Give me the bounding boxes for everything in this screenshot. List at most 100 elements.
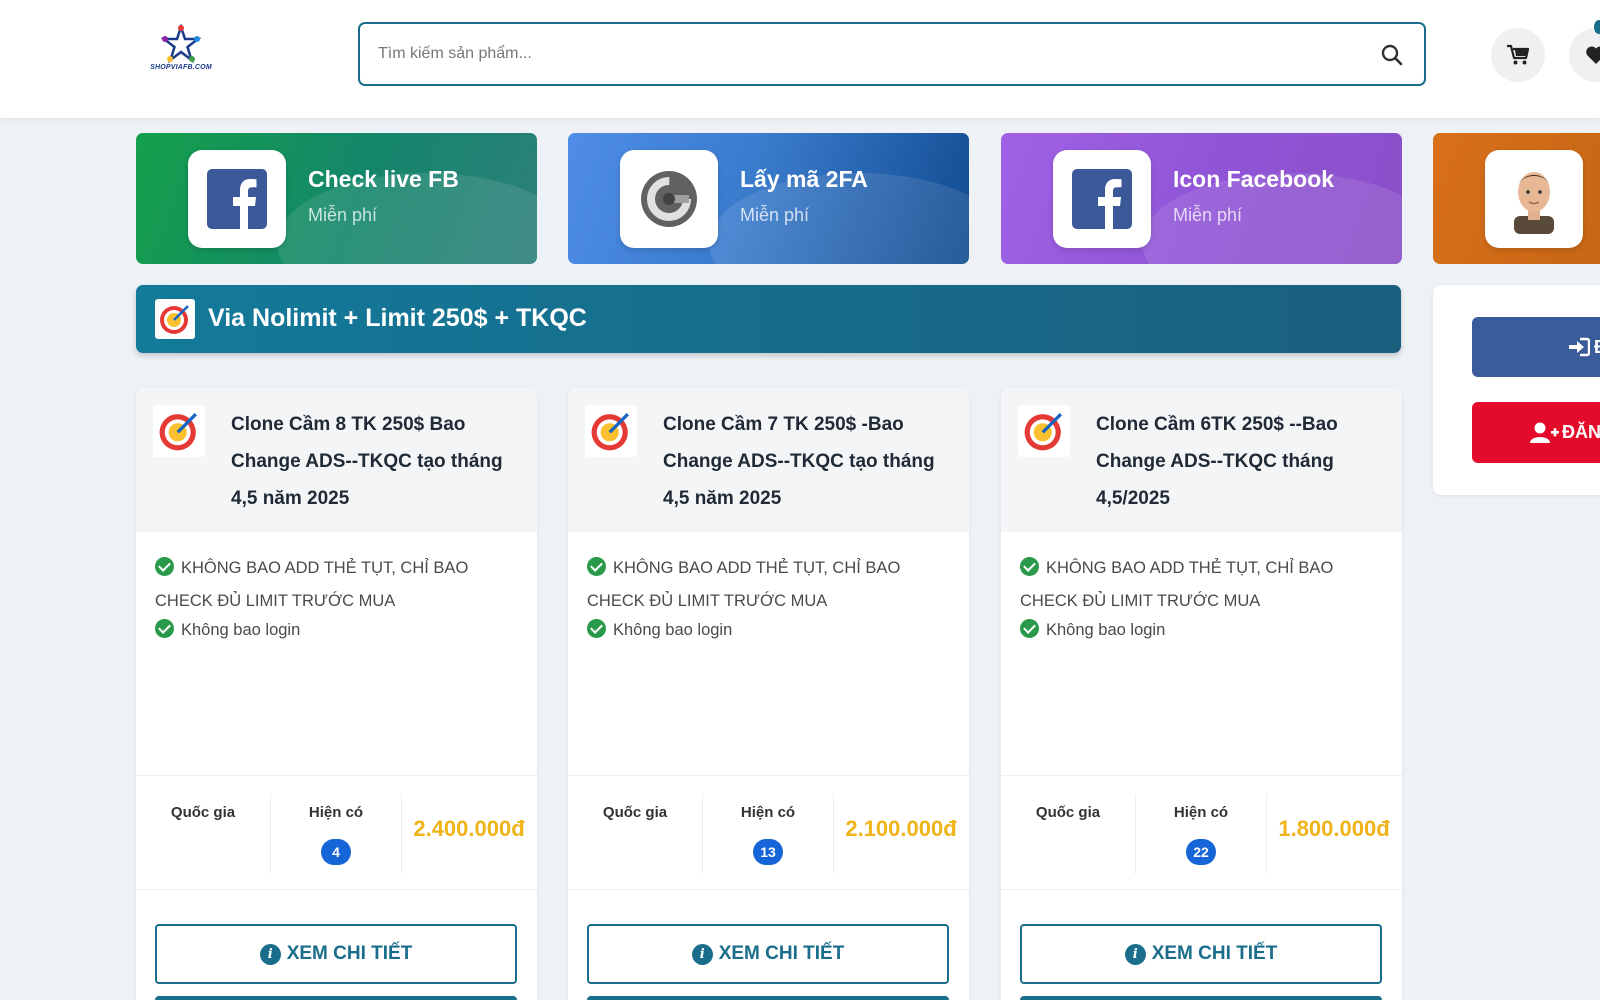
product-features: KHÔNG BAO ADD THẺ TỤT, CHỈ BAO CHECK ĐỦ … (1020, 552, 1390, 647)
ads-target-icon (585, 405, 637, 457)
country-stat: Quốc gia (136, 794, 271, 874)
cart-button[interactable] (1491, 28, 1545, 82)
user-plus-icon (1530, 422, 1559, 443)
product-stats: Quốc gia Hiện có 22 1.800.000đ (1001, 775, 1402, 890)
search-icon[interactable] (1380, 43, 1404, 67)
check-circle-icon (155, 619, 174, 638)
view-detail-label: XEM CHI TIẾT (718, 943, 845, 964)
buy-button[interactable] (1020, 996, 1382, 1000)
view-detail-button[interactable]: i XEM CHI TIẾT (155, 924, 517, 984)
tool-subtitle: Miễn phí (740, 205, 810, 225)
stock-badge: 13 (753, 839, 783, 865)
tool-subtitle: Miễn phí (308, 205, 378, 225)
feature-item: KHÔNG BAO ADD THẺ TỤT, CHỈ BAO CHECK ĐỦ … (1020, 552, 1390, 618)
feature-text: KHÔNG BAO ADD THẺ TỤT, CHỈ BAO CHECK ĐỦ … (587, 559, 901, 610)
check-circle-icon (587, 557, 606, 576)
search-input[interactable] (378, 38, 1338, 70)
tool-card-avatar[interactable] (1433, 133, 1600, 264)
buy-button[interactable] (155, 996, 517, 1000)
logo-text: SHOPVIAFB.COM (150, 64, 212, 71)
country-stat: Quốc gia (1001, 794, 1136, 874)
category-header: Via Nolimit + Limit 250$ + TKQC (136, 285, 1401, 353)
country-label: Quốc gia (170, 804, 236, 821)
stock-label: Hiện có (308, 804, 364, 821)
login-button[interactable]: Đ (1472, 317, 1600, 377)
stock-badge: 4 (321, 839, 351, 865)
info-icon: i (259, 943, 281, 965)
ads-target-icon (1018, 405, 1070, 457)
product-features: KHÔNG BAO ADD THẺ TỤT, CHỈ BAO CHECK ĐỦ … (587, 552, 957, 647)
product-features: KHÔNG BAO ADD THẺ TỤT, CHỈ BAO CHECK ĐỦ … (155, 552, 525, 647)
product-title[interactable]: Clone Cầm 7 TK 250$ -Bao Change ADS--TKQ… (663, 406, 953, 517)
auth-panel: Đ ĐĂNG (1433, 285, 1600, 495)
info-icon: i (1124, 943, 1146, 965)
sign-in-icon (1569, 337, 1590, 357)
info-icon: i (691, 943, 713, 965)
feature-item: KHÔNG BAO ADD THẺ TỤT, CHỈ BAO CHECK ĐỦ … (155, 552, 525, 618)
feature-text: Không bao login (181, 621, 301, 639)
tool-card-check-live-fb[interactable]: Check live FB Miễn phí (136, 133, 537, 264)
facebook-icon (207, 169, 267, 229)
product-card: Clone Cầm 6TK 250$ --Bao Change ADS--TKQ… (1001, 388, 1402, 1000)
view-detail-button[interactable]: i XEM CHI TIẾT (587, 924, 949, 984)
site-logo[interactable]: SHOPVIAFB.COM (146, 24, 216, 78)
stock-stat: Hiện có 22 (1136, 794, 1267, 874)
product-stats: Quốc gia Hiện có 4 2.400.000đ (136, 775, 537, 890)
tool-title: Icon Facebook (1173, 166, 1335, 192)
ads-target-icon (153, 405, 205, 457)
category-title: Via Nolimit + Limit 250$ + TKQC (208, 304, 587, 332)
login-label: Đ (1594, 337, 1600, 358)
country-label: Quốc gia (602, 804, 668, 821)
country-label: Quốc gia (1035, 804, 1101, 821)
logo-star-icon (161, 24, 201, 64)
tool-icon-box (188, 150, 286, 248)
tool-icon-box (1485, 150, 1583, 248)
view-detail-label: XEM CHI TIẾT (286, 943, 413, 964)
view-detail-label: XEM CHI TIẾT (1151, 943, 1278, 964)
tool-title: Lấy mã 2FA (740, 166, 868, 192)
check-circle-icon (587, 619, 606, 638)
product-title[interactable]: Clone Cầm 6TK 250$ --Bao Change ADS--TKQ… (1096, 406, 1386, 517)
facebook-icon (1072, 169, 1132, 229)
tool-icon-box (1053, 150, 1151, 248)
register-label: ĐĂNG (1562, 422, 1600, 442)
avatar-icon (1514, 172, 1554, 234)
product-title[interactable]: Clone Cầm 8 TK 250$ Bao Change ADS--TKQC… (231, 406, 521, 517)
check-circle-icon (1020, 557, 1039, 576)
register-button[interactable]: ĐĂNG (1472, 402, 1600, 463)
tool-card-2fa[interactable]: Lấy mã 2FA Miễn phí (568, 133, 969, 264)
stock-stat: Hiện có 4 (271, 794, 402, 874)
tool-subtitle: Miễn phí (1173, 205, 1243, 225)
buy-button[interactable] (587, 996, 949, 1000)
ads-target-icon (155, 299, 195, 339)
feature-item: Không bao login (1020, 614, 1390, 647)
check-circle-icon (1020, 619, 1039, 638)
feature-text: KHÔNG BAO ADD THẺ TỤT, CHỈ BAO CHECK ĐỦ … (155, 559, 469, 610)
feature-text: KHÔNG BAO ADD THẺ TỤT, CHỈ BAO CHECK ĐỦ … (1020, 559, 1334, 610)
feature-item: Không bao login (587, 614, 957, 647)
site-header: SHOPVIAFB.COM (0, 0, 1600, 118)
tool-title: Check live FB (308, 166, 459, 192)
product-card-header: Clone Cầm 7 TK 250$ -Bao Change ADS--TKQ… (568, 388, 969, 532)
check-circle-icon (155, 557, 174, 576)
google-authenticator-icon (641, 171, 697, 227)
notification-dot (1594, 20, 1600, 34)
heart-icon (1586, 46, 1600, 64)
tool-icon-box (620, 150, 718, 248)
feature-item: KHÔNG BAO ADD THẺ TỤT, CHỈ BAO CHECK ĐỦ … (587, 552, 957, 618)
product-price: 2.100.000đ (845, 816, 957, 841)
tool-card-icon-facebook[interactable]: Icon Facebook Miễn phí (1001, 133, 1402, 264)
wishlist-button[interactable] (1569, 28, 1600, 82)
stock-stat: Hiện có 13 (703, 794, 834, 874)
product-card: Clone Cầm 7 TK 250$ -Bao Change ADS--TKQ… (568, 388, 969, 1000)
stock-label: Hiện có (740, 804, 796, 821)
view-detail-button[interactable]: i XEM CHI TIẾT (1020, 924, 1382, 984)
stock-label: Hiện có (1173, 804, 1229, 821)
product-price: 1.800.000đ (1278, 816, 1390, 841)
feature-text: Không bao login (1046, 621, 1166, 639)
product-card-header: Clone Cầm 8 TK 250$ Bao Change ADS--TKQC… (136, 388, 537, 532)
country-stat: Quốc gia (568, 794, 703, 874)
product-price: 2.400.000đ (413, 816, 525, 841)
search-box (358, 22, 1426, 86)
feature-text: Không bao login (613, 621, 733, 639)
